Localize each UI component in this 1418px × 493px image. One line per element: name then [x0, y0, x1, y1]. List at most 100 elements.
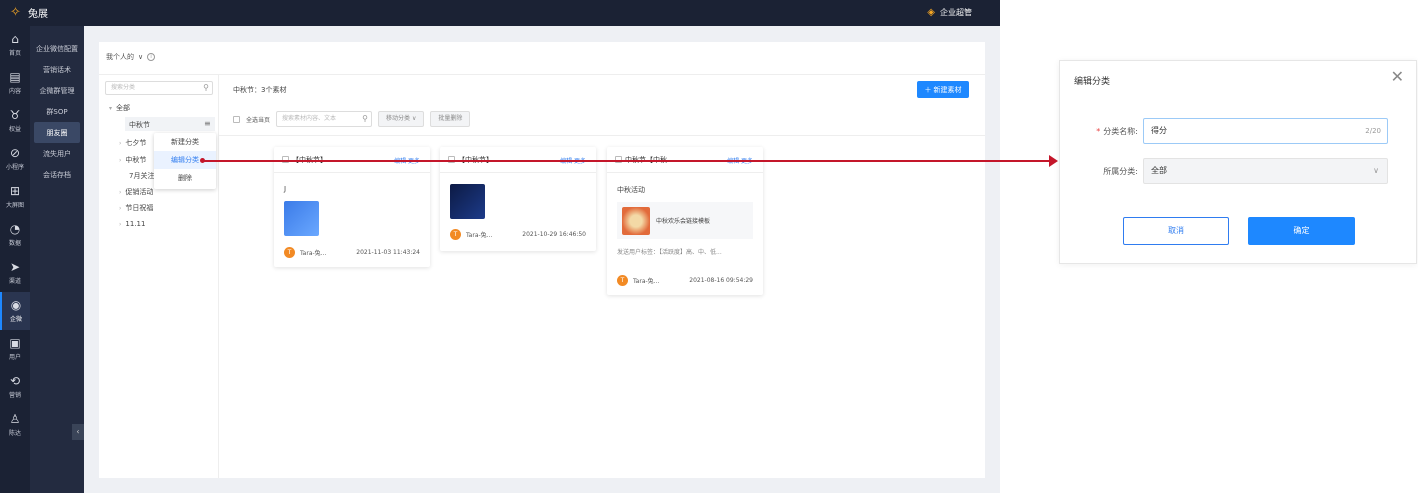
secondary-nav: 企业微信配置 营销话术 企微群管理 群SOP 朋友圈 流失用户 会话存档 — [30, 26, 84, 493]
link-preview[interactable]: 中秋欢乐会链接模板 — [617, 202, 753, 239]
material-card[interactable]: 【中秋节】 编辑 更多 J T Tara-兔... 2021-11-03 11:… — [274, 147, 430, 267]
label-text: 分类名称: — [1103, 127, 1138, 136]
diamond-icon: ◈ — [927, 7, 935, 18]
select-all-label: 全选当页 — [246, 116, 271, 124]
card-text: 中秋活动 — [617, 186, 645, 194]
chevron-right-icon: › — [119, 205, 122, 212]
nav-item-home[interactable]: ⌂ 首页 — [0, 26, 30, 64]
tree-node-label: 促销活动 — [125, 188, 154, 196]
tree-node-menu-icon[interactable]: ≡ — [204, 119, 211, 128]
batch-delete-button[interactable]: 批量删除 — [430, 111, 471, 127]
search-placeholder: 搜索素材内容、文本 — [282, 115, 337, 122]
search-placeholder: 搜索分类 — [111, 84, 136, 91]
subnav-item-scripts[interactable]: 营销话术 — [30, 59, 84, 80]
card-text: J — [284, 185, 287, 193]
nav-item-miniprogram[interactable]: ⊘ 小程序 — [0, 140, 30, 178]
nav-item-channel[interactable]: ➤ 渠道 — [0, 254, 30, 292]
tree-node-promo[interactable]: › 促销活动 — [119, 187, 153, 197]
nav-item-wecom[interactable]: ◉ 企微 — [0, 292, 30, 330]
required-marker: * — [1096, 127, 1101, 136]
divider — [219, 135, 985, 136]
screen-icon: ⊞ — [9, 184, 21, 198]
caret-down-icon: ▾ — [109, 105, 113, 112]
card-timestamp: 2021-08-16 09:54:29 — [689, 277, 753, 284]
input-value: 得分 — [1151, 126, 1167, 135]
link-thumbnail — [622, 206, 650, 235]
material-card[interactable]: 【中秋节】 编辑 更多 T Tara-兔... 2021-10-29 16:46… — [440, 147, 596, 251]
button-label: 移动分类 — [386, 115, 411, 122]
nav-item-screen[interactable]: ⊞ 大屏图 — [0, 178, 30, 216]
collapse-sidebar-button[interactable]: ‹ — [72, 424, 84, 440]
tree-node-label: 11.11 — [125, 220, 146, 228]
nav-item-users[interactable]: ▣ 用户 — [0, 330, 30, 368]
card-thumbnail[interactable] — [450, 184, 485, 219]
materials-area: 中秋节：3个素材 ＋新建素材 全选当页 搜索素材内容、文本 ⚲ 移动分类 ∨ 批… — [219, 74, 985, 478]
nav-label: 内容 — [8, 88, 21, 95]
avatar: T — [284, 247, 295, 258]
tree-node-midautumn[interactable]: 中秋节 — [129, 120, 150, 130]
subnav-item-chat-archive[interactable]: 会话存档 — [30, 164, 84, 185]
card-timestamp: 2021-10-29 16:46:50 — [522, 231, 586, 238]
tree-node-july[interactable]: 7月关注 — [129, 171, 154, 181]
nav-label: 用户 — [8, 354, 21, 361]
search-icon: ⚲ — [362, 114, 369, 123]
close-icon[interactable]: ✕ — [1391, 69, 1404, 85]
new-material-button[interactable]: ＋新建素材 — [917, 81, 969, 98]
user-card-icon: ▣ — [9, 336, 21, 350]
subnav-item-lost-users[interactable]: 流失用户 — [30, 143, 84, 164]
search-icon: ⚲ — [203, 83, 209, 92]
tree-node-1111[interactable]: › 11.11 — [119, 220, 145, 228]
card-author: Tara-兔... — [300, 250, 327, 257]
material-search-input[interactable]: 搜索素材内容、文本 ⚲ — [276, 111, 373, 127]
category-name-input[interactable]: 得分 2/20 — [1143, 118, 1388, 144]
scope-selector[interactable]: 我个人的 — [106, 52, 134, 62]
subnav-item-group-manage[interactable]: 企微群管理 — [30, 80, 84, 101]
nav-item-profile[interactable]: ♙ 陈达 — [0, 406, 30, 444]
top-bar: ✧ 兔展 ◈ 企业超管 — [0, 0, 1000, 26]
pie-chart-icon: ◔ — [9, 222, 21, 236]
home-icon: ⌂ — [11, 32, 19, 46]
menu-item-new-category[interactable]: 新建分类 — [154, 133, 216, 151]
nav-item-marketing[interactable]: ⟲ 营销 — [0, 368, 30, 406]
card-author: Tara-兔... — [466, 232, 493, 239]
nav-item-content[interactable]: ▤ 内容 — [0, 64, 30, 102]
parent-category-label: 所属分类: — [1103, 167, 1138, 176]
nav-item-data[interactable]: ◔ 数据 — [0, 216, 30, 254]
subnav-item-moments[interactable]: 朋友圈 — [34, 122, 80, 143]
logo-text: 兔展 — [28, 9, 48, 20]
category-search-input[interactable]: 搜索分类 ⚲ — [105, 81, 213, 95]
confirm-button[interactable]: 确定 — [1248, 217, 1355, 245]
card-author: Tara-兔... — [633, 278, 660, 285]
parent-category-select[interactable]: 全部 ∨ — [1143, 158, 1388, 184]
card-footer: T Tara-兔... 2021-11-03 11:43:24 — [284, 247, 420, 258]
tree-node-midautumn-2[interactable]: › 中秋节 — [119, 155, 146, 165]
materials-toolbar: 全选当页 搜索素材内容、文本 ⚲ 移动分类 ∨ 批量删除 — [233, 111, 471, 127]
tree-node-label: 节日祝福 — [125, 204, 154, 212]
card-footer: T Tara-兔... 2021-08-16 09:54:29 — [617, 275, 753, 286]
admin-label: 企业超管 — [940, 8, 972, 17]
tree-node-all[interactable]: ▾ 全部 — [109, 103, 130, 113]
document-icon: ▤ — [9, 70, 21, 84]
admin-menu[interactable]: ◈ 企业超管 — [927, 7, 972, 18]
nav-label: 首页 — [8, 50, 21, 57]
nav-item-rights[interactable]: ♉ 权益 — [0, 102, 30, 140]
move-category-button[interactable]: 移动分类 ∨ — [378, 111, 425, 127]
material-card[interactable]: 中秋节【中秋... 编辑 更多 中秋活动 中秋欢乐会链接模板 发送用户标签：【活… — [607, 147, 763, 295]
tree-node-qixi[interactable]: › 七夕节 — [119, 138, 146, 148]
button-label: 新建素材 — [933, 85, 962, 94]
info-icon[interactable]: i — [147, 53, 156, 61]
cancel-button[interactable]: 取消 — [1123, 217, 1229, 245]
avatar: T — [617, 275, 628, 286]
materials-heading: 中秋节：3个素材 — [233, 86, 287, 94]
menu-item-delete-category[interactable]: 删除 — [154, 169, 216, 187]
logo[interactable]: ✧ 兔展 — [10, 5, 48, 20]
link-title: 中秋欢乐会链接模板 — [656, 218, 711, 225]
card-thumbnail[interactable] — [284, 201, 319, 236]
tree-node-greetings[interactable]: › 节日祝福 — [119, 203, 153, 213]
select-all-checkbox[interactable] — [233, 115, 240, 123]
nav-label: 权益 — [8, 126, 21, 133]
subnav-item-wecom-config[interactable]: 企业微信配置 — [30, 38, 84, 59]
subnav-item-group-sop[interactable]: 群SOP — [30, 101, 84, 122]
breadcrumb[interactable]: 我个人的 ∨ i — [106, 52, 156, 62]
compass-icon: ⊘ — [9, 146, 21, 160]
